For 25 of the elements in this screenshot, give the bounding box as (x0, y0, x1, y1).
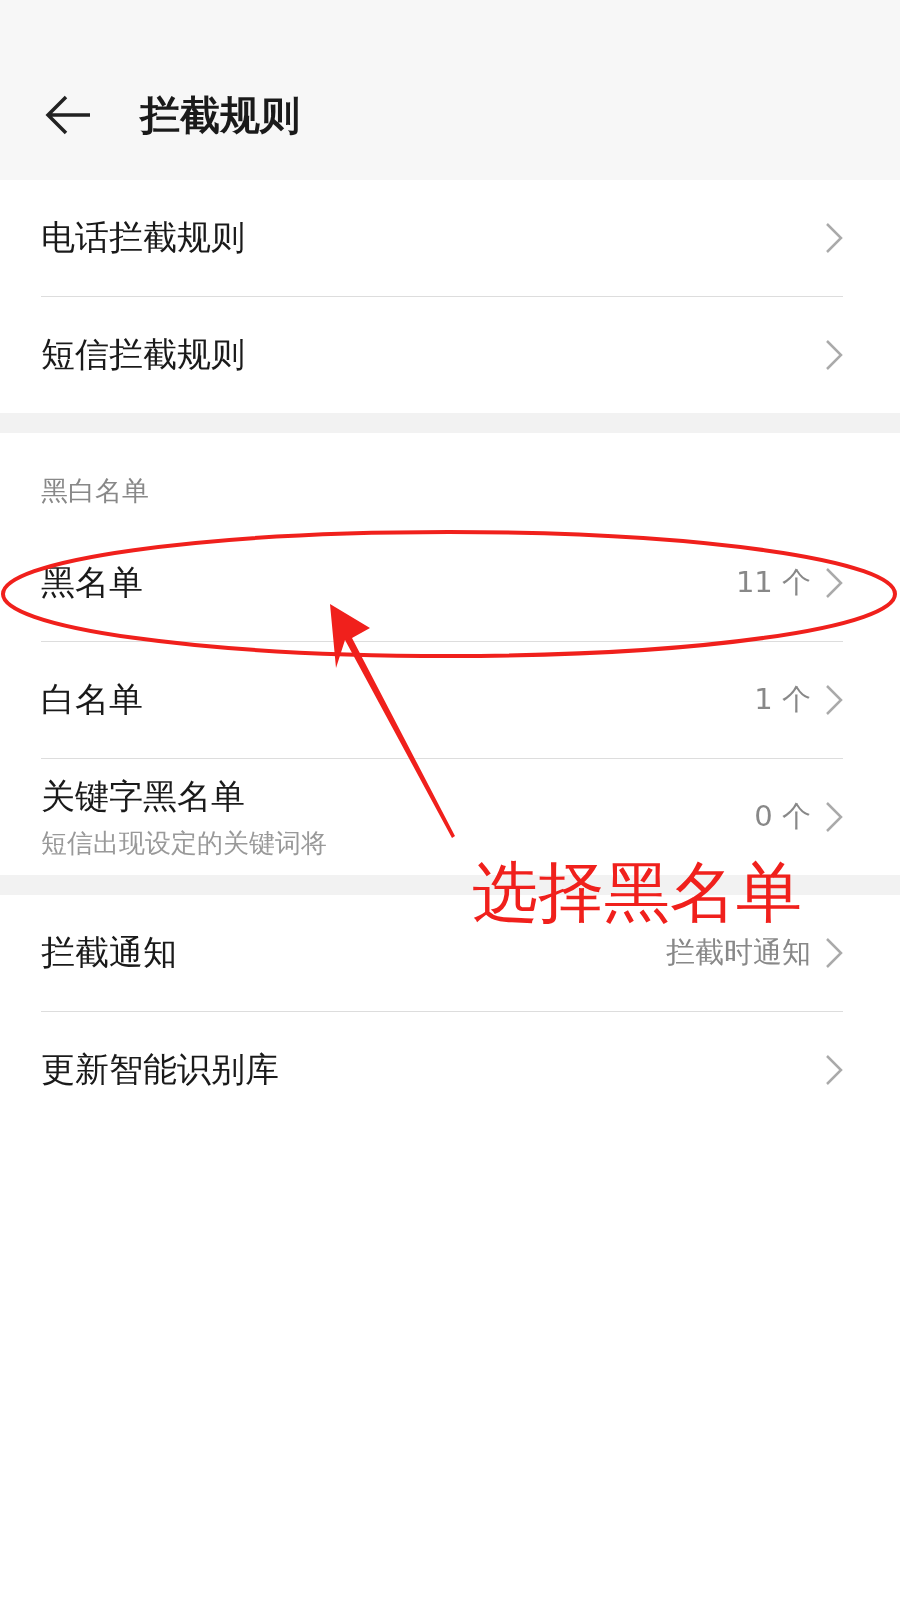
row-label: 短信拦截规则 (41, 333, 246, 376)
chevron-icon (825, 222, 843, 254)
chevron-icon (825, 1054, 843, 1086)
row-label: 白名单 (41, 678, 144, 721)
row-label: 电话拦截规则 (41, 216, 246, 259)
row-label: 拦截通知 (41, 931, 178, 974)
chevron-icon (825, 801, 843, 833)
row-label: 关键字黑名单 (41, 774, 246, 818)
chevron-icon (825, 684, 843, 716)
back-arrow-icon[interactable] (44, 95, 92, 135)
settings-row[interactable]: 短信拦截规则 (41, 297, 843, 413)
chevron-icon (825, 567, 843, 599)
settings-row[interactable]: 更新智能识别库 (41, 1012, 843, 1128)
row-value: 拦截时通知 (666, 934, 811, 971)
chevron-icon (825, 339, 843, 371)
row-label: 更新智能识别库 (41, 1048, 280, 1091)
settings-row[interactable]: 电话拦截规则 (41, 180, 843, 297)
row-label: 黑名单 (41, 561, 144, 604)
row-description: 短信出现设定的关键词将 (41, 826, 328, 860)
row-value: 0 个 (754, 798, 811, 835)
row-value: 1 个 (754, 681, 811, 718)
chevron-icon (825, 937, 843, 969)
section-heading: 黑白名单 (40, 474, 150, 508)
page-title: 拦截规则 (140, 90, 300, 140)
row-value: 11 个 (735, 564, 811, 601)
